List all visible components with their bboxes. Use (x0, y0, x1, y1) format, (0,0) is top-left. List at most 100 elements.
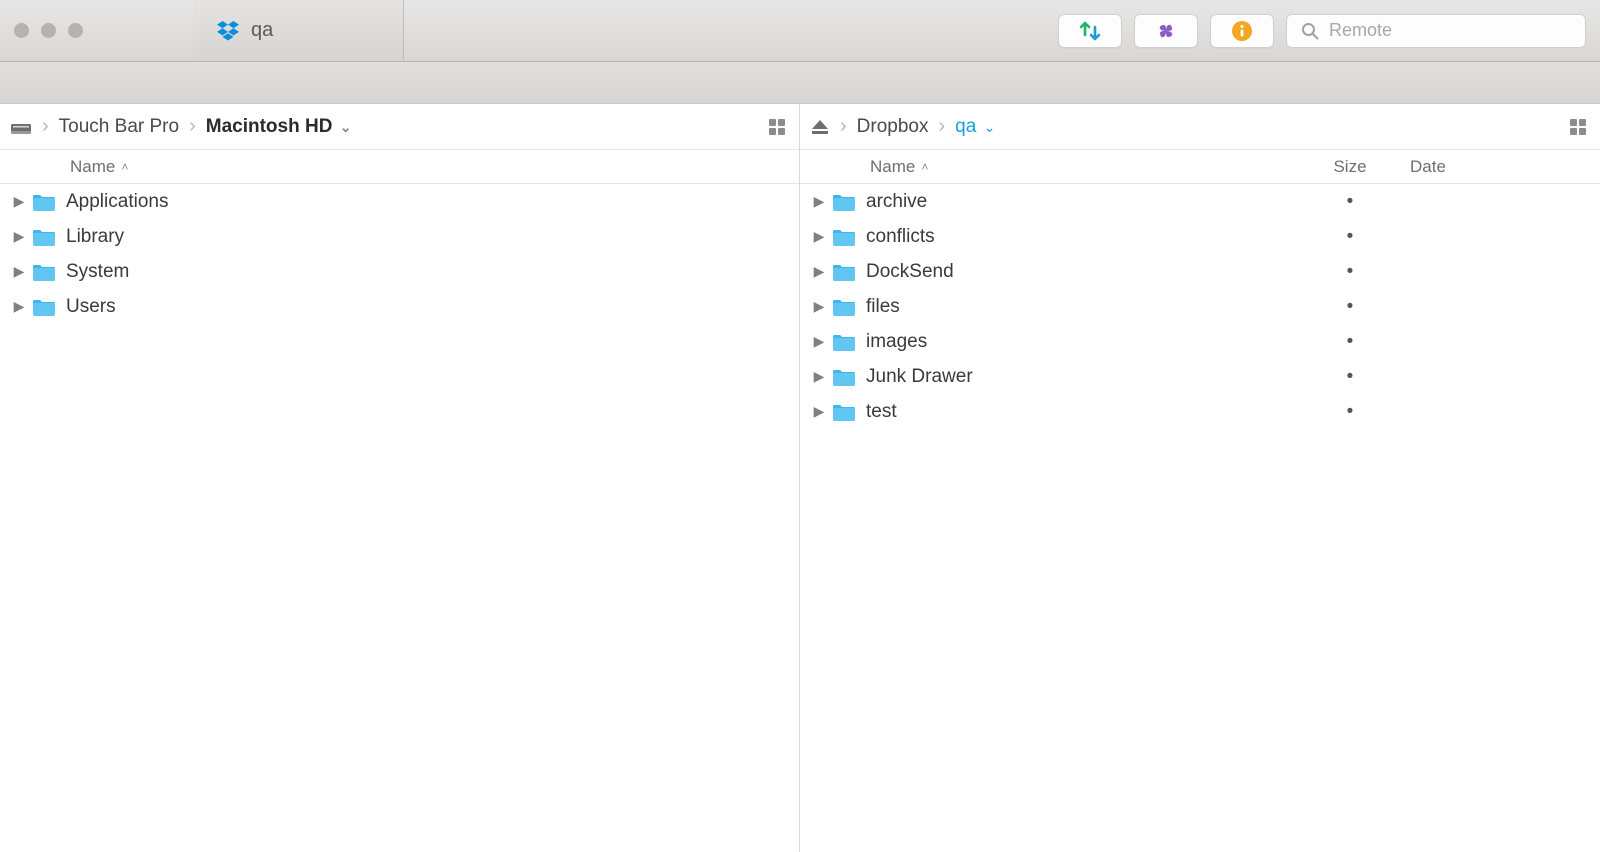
chevron-right-icon: › (840, 115, 847, 138)
file-size: • (1300, 366, 1400, 388)
folder-icon (830, 192, 858, 212)
file-row[interactable]: ▶ conflicts• (800, 219, 1600, 254)
folder-icon (830, 332, 858, 352)
minimize-window-button[interactable] (41, 23, 56, 38)
file-name: Junk Drawer (866, 366, 1300, 388)
breadcrumb-item[interactable]: Dropbox (857, 116, 929, 138)
disclosure-triangle-icon[interactable]: ▶ (808, 193, 830, 210)
secondary-toolbar (0, 62, 1600, 104)
file-row[interactable]: ▶ Library (0, 219, 799, 254)
folder-icon (830, 402, 858, 422)
info-icon (1231, 20, 1253, 42)
folder-icon (30, 192, 58, 212)
file-name: conflicts (866, 226, 1300, 248)
sort-ascending-icon: ˄ (121, 160, 128, 174)
view-grid-button[interactable] (769, 119, 785, 135)
left-file-list[interactable]: ▶ Applications ▶ Library ▶ System ▶ Users (0, 184, 799, 852)
folder-icon (830, 367, 858, 387)
activity-button[interactable] (1134, 14, 1198, 48)
drive-icon[interactable] (10, 118, 32, 136)
column-header-date[interactable]: Date (1400, 157, 1600, 177)
pinwheel-icon (1155, 20, 1177, 42)
folder-icon (30, 297, 58, 317)
tab-qa[interactable]: qa (193, 0, 404, 61)
disclosure-triangle-icon[interactable]: ▶ (8, 193, 30, 210)
chevron-right-icon: › (939, 115, 946, 138)
file-name: images (866, 331, 1300, 353)
folder-icon (830, 297, 858, 317)
disclosure-triangle-icon[interactable]: ▶ (8, 263, 30, 280)
sync-button[interactable] (1058, 14, 1122, 48)
column-header-size[interactable]: Size (1300, 157, 1400, 177)
file-row[interactable]: ▶ archive• (800, 184, 1600, 219)
file-row[interactable]: ▶ Users (0, 289, 799, 324)
file-size: • (1300, 331, 1400, 353)
column-header-name[interactable]: Name ˄ (800, 157, 1300, 177)
view-grid-button[interactable] (1570, 119, 1586, 135)
disclosure-triangle-icon[interactable]: ▶ (808, 228, 830, 245)
file-size: • (1300, 226, 1400, 248)
breadcrumb-label: qa (955, 116, 976, 137)
column-header-name[interactable]: Name ˄ (0, 157, 799, 177)
file-name: Applications (66, 191, 799, 213)
disclosure-triangle-icon[interactable]: ▶ (8, 298, 30, 315)
search-box[interactable] (1286, 14, 1586, 48)
search-input[interactable] (1329, 20, 1571, 41)
disclosure-triangle-icon[interactable]: ▶ (808, 263, 830, 280)
file-row[interactable]: ▶ Junk Drawer• (800, 359, 1600, 394)
file-name: archive (866, 191, 1300, 213)
search-icon (1301, 22, 1319, 40)
chevron-right-icon: › (42, 115, 49, 138)
chevron-right-icon: › (189, 115, 196, 138)
column-label: Name (870, 157, 915, 177)
chevron-down-icon: ⌄ (984, 119, 996, 135)
toolbar-right (1058, 14, 1586, 48)
disclosure-triangle-icon[interactable]: ▶ (808, 368, 830, 385)
chevron-down-icon: ⌄ (340, 119, 352, 135)
info-button[interactable] (1210, 14, 1274, 48)
tab-label: qa (251, 19, 273, 42)
zoom-window-button[interactable] (68, 23, 83, 38)
file-row[interactable]: ▶ images• (800, 324, 1600, 359)
sync-icon (1077, 20, 1103, 42)
breadcrumb-label: Macintosh HD (206, 116, 333, 137)
right-column-headers: Name ˄ Size Date (800, 150, 1600, 184)
file-row[interactable]: ▶ System (0, 254, 799, 289)
file-size: • (1300, 261, 1400, 283)
file-row[interactable]: ▶ DockSend• (800, 254, 1600, 289)
titlebar: qa (0, 0, 1600, 62)
file-size: • (1300, 191, 1400, 213)
breadcrumb-item[interactable]: Touch Bar Pro (59, 116, 179, 138)
file-name: DockSend (866, 261, 1300, 283)
right-file-list[interactable]: ▶archive•▶conflicts•▶DockSend•▶files•▶im… (800, 184, 1600, 852)
disclosure-triangle-icon[interactable]: ▶ (8, 228, 30, 245)
file-name: files (866, 296, 1300, 318)
disclosure-triangle-icon[interactable]: ▶ (808, 298, 830, 315)
folder-icon (30, 227, 58, 247)
file-size: • (1300, 296, 1400, 318)
file-name: test (866, 401, 1300, 423)
breadcrumb-item-current[interactable]: Macintosh HD ⌄ (206, 116, 352, 138)
folder-icon (30, 262, 58, 282)
file-name: Library (66, 226, 799, 248)
file-name: System (66, 261, 799, 283)
file-row[interactable]: ▶ files• (800, 289, 1600, 324)
disclosure-triangle-icon[interactable]: ▶ (808, 403, 830, 420)
file-size: • (1300, 401, 1400, 423)
right-breadcrumb: › Dropbox › qa ⌄ (800, 104, 1600, 150)
close-window-button[interactable] (14, 23, 29, 38)
folder-icon (830, 262, 858, 282)
column-label: Name (70, 157, 115, 177)
file-name: Users (66, 296, 799, 318)
file-row[interactable]: ▶ test• (800, 394, 1600, 429)
eject-icon[interactable] (810, 118, 830, 136)
left-column-headers: Name ˄ (0, 150, 799, 184)
folder-icon (830, 227, 858, 247)
disclosure-triangle-icon[interactable]: ▶ (808, 333, 830, 350)
right-pane: › Dropbox › qa ⌄ Name ˄ Size Date ▶ archi… (800, 104, 1600, 852)
file-row[interactable]: ▶ Applications (0, 184, 799, 219)
left-pane: › Touch Bar Pro › Macintosh HD ⌄ Name ˄ … (0, 104, 800, 852)
window-controls (14, 23, 83, 38)
breadcrumb-item-current[interactable]: qa ⌄ (955, 116, 995, 138)
dropbox-icon (217, 21, 239, 41)
